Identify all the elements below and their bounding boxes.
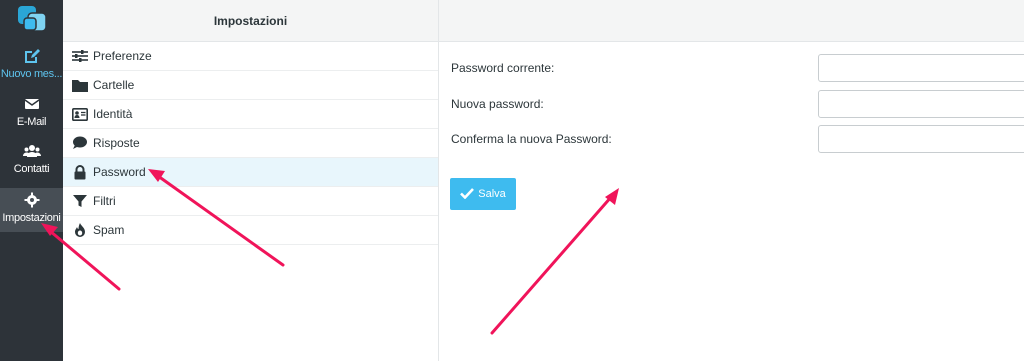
save-button-label: Salva	[478, 188, 506, 200]
nav-email[interactable]: E-Mail	[0, 96, 63, 142]
settings-title: Impostazioni	[63, 0, 438, 42]
app-logo[interactable]	[16, 4, 50, 36]
current-password-label: Password corrente:	[451, 61, 555, 75]
gear-icon	[23, 192, 41, 208]
settings-item-password[interactable]: Password	[63, 158, 438, 187]
settings-item-identities[interactable]: Identità	[63, 100, 438, 129]
nav-compose-label: Nuovo mes...	[0, 68, 63, 80]
speech-bubble-icon	[72, 135, 88, 151]
settings-item-filters[interactable]: Filtri	[63, 187, 438, 216]
settings-item-label: Spam	[93, 223, 125, 237]
folder-icon	[72, 77, 88, 93]
confirm-password-input[interactable]	[818, 125, 1024, 153]
settings-item-folders[interactable]: Cartelle	[63, 71, 438, 100]
password-settings-content: Password corrente: Nuova password: Confe…	[439, 0, 1024, 361]
settings-item-label: Risposte	[93, 136, 140, 150]
current-password-row: Password corrente:	[451, 54, 1024, 82]
compose-icon	[23, 48, 41, 64]
settings-item-responses[interactable]: Risposte	[63, 129, 438, 158]
id-card-icon	[72, 106, 88, 122]
sliders-icon	[72, 48, 88, 64]
nav-settings[interactable]: Impostazioni	[0, 188, 63, 232]
settings-item-label: Preferenze	[93, 49, 152, 63]
save-button[interactable]: Salva	[450, 178, 516, 210]
current-password-input[interactable]	[818, 54, 1024, 82]
envelope-icon	[23, 96, 41, 112]
checkmark-icon	[460, 187, 475, 202]
nav-contacts-label: Contatti	[13, 163, 50, 175]
confirm-password-row: Conferma la nuova Password:	[451, 125, 1024, 153]
new-password-label: Nuova password:	[451, 97, 544, 111]
confirm-password-label: Conferma la nuova Password:	[451, 132, 612, 146]
nav-contacts[interactable]: Contatti	[0, 143, 63, 189]
nav-email-label: E-Mail	[16, 116, 47, 128]
filter-icon	[72, 193, 88, 209]
settings-item-label: Password	[93, 165, 146, 179]
new-password-input[interactable]	[818, 90, 1024, 118]
nav-settings-label: Impostazioni	[2, 212, 61, 224]
settings-item-label: Identità	[93, 107, 133, 121]
flame-icon	[72, 222, 88, 238]
settings-item-label: Cartelle	[93, 78, 135, 92]
content-header	[439, 0, 1024, 42]
settings-item-preferences[interactable]: Preferenze	[63, 42, 438, 71]
contacts-icon	[22, 143, 41, 159]
lock-icon	[72, 164, 88, 180]
new-password-row: Nuova password:	[451, 90, 1024, 118]
settings-list-panel: Impostazioni Preferenze Cartelle Identit…	[63, 0, 439, 361]
settings-item-spam[interactable]: Spam	[63, 216, 438, 245]
nav-compose[interactable]: Nuovo mes...	[0, 48, 63, 94]
settings-item-label: Filtri	[93, 194, 116, 208]
app-nav-rail: Nuovo mes... E-Mail Contatti Impostazion…	[0, 0, 63, 361]
